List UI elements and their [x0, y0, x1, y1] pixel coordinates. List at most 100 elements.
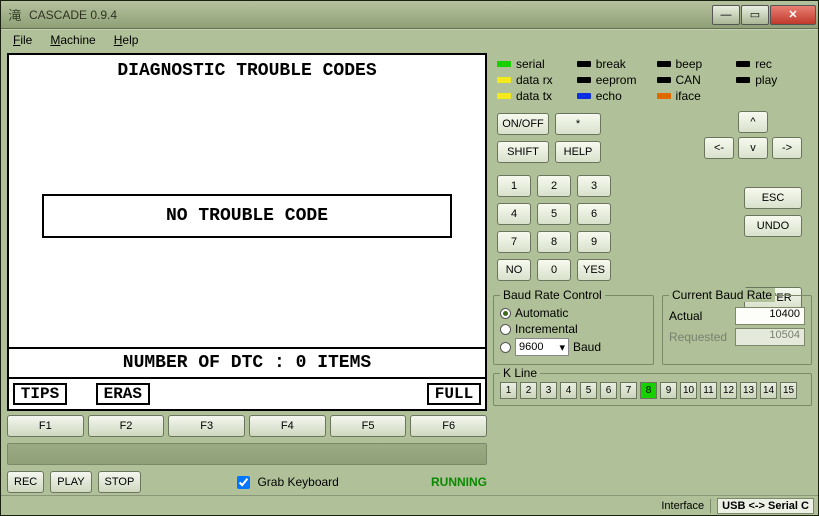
led-label: iface — [676, 89, 701, 103]
baud-control-legend: Baud Rate Control — [500, 288, 605, 302]
f2-button[interactable]: F2 — [88, 415, 165, 437]
kline-3-button[interactable]: 3 — [540, 382, 557, 399]
statusbar: Interface USB <-> Serial C — [1, 495, 818, 515]
baud-manual-radio[interactable]: 9600▾ Baud — [500, 338, 647, 356]
f5-button[interactable]: F5 — [330, 415, 407, 437]
led-rec: rec — [736, 57, 808, 71]
led-indicator — [577, 93, 591, 99]
led-indicator — [736, 61, 750, 67]
interface-value: USB <-> Serial C — [717, 498, 814, 514]
num-8-button[interactable]: 8 — [537, 231, 571, 253]
led-label: CAN — [676, 73, 701, 87]
arrow-left-button[interactable]: <- — [704, 137, 734, 159]
menu-file[interactable]: File — [5, 32, 40, 48]
progress-bar — [7, 443, 487, 465]
num-9-button[interactable]: 9 — [577, 231, 611, 253]
kline-12-button[interactable]: 12 — [720, 382, 737, 399]
softkey-f2: ERAS — [96, 383, 150, 405]
led-panel: serial break beep rec data rx eeprom CAN play da… — [493, 53, 812, 111]
led-label: break — [596, 57, 626, 71]
f4-button[interactable]: F4 — [249, 415, 326, 437]
led-label: serial — [516, 57, 545, 71]
led-indicator — [497, 93, 511, 99]
led-label: play — [755, 73, 777, 87]
window-title: CASCADE 0.9.4 — [29, 8, 117, 22]
led-indicator — [577, 61, 591, 67]
kline-15-button[interactable]: 15 — [780, 382, 797, 399]
num-1-button[interactable]: 1 — [497, 175, 531, 197]
grab-keyboard-checkbox[interactable]: Grab Keyboard — [233, 473, 338, 492]
led-eeprom: eeprom — [577, 73, 649, 87]
num-2-button[interactable]: 2 — [537, 175, 571, 197]
no-button[interactable]: NO — [497, 259, 531, 281]
f1-button[interactable]: F1 — [7, 415, 84, 437]
menubar: File Machine Help — [1, 29, 818, 49]
kline-9-button[interactable]: 9 — [660, 382, 677, 399]
arrow-right-button[interactable]: -> — [772, 137, 802, 159]
diagnostic-screen: DIAGNOSTIC TROUBLE CODES NO TROUBLE CODE… — [7, 53, 487, 411]
rec-button[interactable]: REC — [7, 471, 44, 493]
yes-button[interactable]: YES — [577, 259, 611, 281]
kline-6-button[interactable]: 6 — [600, 382, 617, 399]
chevron-down-icon: ▾ — [559, 341, 565, 354]
led-indicator — [657, 61, 671, 67]
current-baud-group: Current Baud Rate Actual10400 Requested1… — [662, 295, 812, 365]
kline-1-button[interactable]: 1 — [500, 382, 517, 399]
num-0-button[interactable]: 0 — [537, 259, 571, 281]
num-5-button[interactable]: 5 — [537, 203, 571, 225]
run-status: RUNNING — [431, 475, 487, 489]
num-7-button[interactable]: 7 — [497, 231, 531, 253]
kline-group: K Line 123456789101112131415 — [493, 373, 812, 406]
num-4-button[interactable]: 4 — [497, 203, 531, 225]
kline-13-button[interactable]: 13 — [740, 382, 757, 399]
onoff-button[interactable]: ON/OFF — [497, 113, 549, 135]
kline-8-button[interactable]: 8 — [640, 382, 657, 399]
menu-machine[interactable]: Machine — [42, 32, 103, 48]
star-button[interactable]: * — [555, 113, 601, 135]
interface-label: Interface — [661, 500, 704, 512]
baud-auto-radio[interactable]: Automatic — [500, 306, 647, 320]
led-label: echo — [596, 89, 622, 103]
shift-button[interactable]: SHIFT — [497, 141, 549, 163]
led-label: data rx — [516, 73, 553, 87]
grab-keyboard-label: Grab Keyboard — [257, 475, 338, 489]
kline-14-button[interactable]: 14 — [760, 382, 777, 399]
stop-button[interactable]: STOP — [98, 471, 142, 493]
f3-button[interactable]: F3 — [168, 415, 245, 437]
baud-select[interactable]: 9600▾ — [515, 338, 569, 356]
num-3-button[interactable]: 3 — [577, 175, 611, 197]
arrow-down-button[interactable]: v — [738, 137, 768, 159]
led-play: play — [736, 73, 808, 87]
f6-button[interactable]: F6 — [410, 415, 487, 437]
close-button[interactable]: ✕ — [770, 5, 816, 25]
led-label: data tx — [516, 89, 552, 103]
kline-7-button[interactable]: 7 — [620, 382, 637, 399]
undo-button[interactable]: UNDO — [744, 215, 802, 237]
esc-button[interactable]: ESC — [744, 187, 802, 209]
led-indicator — [736, 77, 750, 83]
kline-11-button[interactable]: 11 — [700, 382, 717, 399]
kline-10-button[interactable]: 10 — [680, 382, 697, 399]
kline-5-button[interactable]: 5 — [580, 382, 597, 399]
num-6-button[interactable]: 6 — [577, 203, 611, 225]
led-break: break — [577, 57, 649, 71]
help-button[interactable]: HELP — [555, 141, 601, 163]
kline-4-button[interactable]: 4 — [560, 382, 577, 399]
minimize-button[interactable]: — — [712, 5, 740, 25]
baud-control-group: Baud Rate Control Automatic Incremental … — [493, 295, 654, 365]
screen-message: NO TROUBLE CODE — [42, 194, 451, 238]
kline-legend: K Line — [500, 366, 540, 380]
baud-incremental-radio[interactable]: Incremental — [500, 322, 647, 336]
menu-help[interactable]: Help — [106, 32, 147, 48]
led-indicator — [497, 77, 511, 83]
led-serial: serial — [497, 57, 569, 71]
kline-2-button[interactable]: 2 — [520, 382, 537, 399]
arrow-up-button[interactable]: ^ — [738, 111, 768, 133]
led-data-tx: data tx — [497, 89, 569, 103]
screen-title: DIAGNOSTIC TROUBLE CODES — [9, 55, 485, 85]
led-label: beep — [676, 57, 703, 71]
softkey-f1: TIPS — [13, 383, 67, 405]
play-button[interactable]: PLAY — [50, 471, 91, 493]
maximize-button[interactable]: ▭ — [741, 5, 769, 25]
grab-keyboard-input[interactable] — [237, 476, 250, 489]
